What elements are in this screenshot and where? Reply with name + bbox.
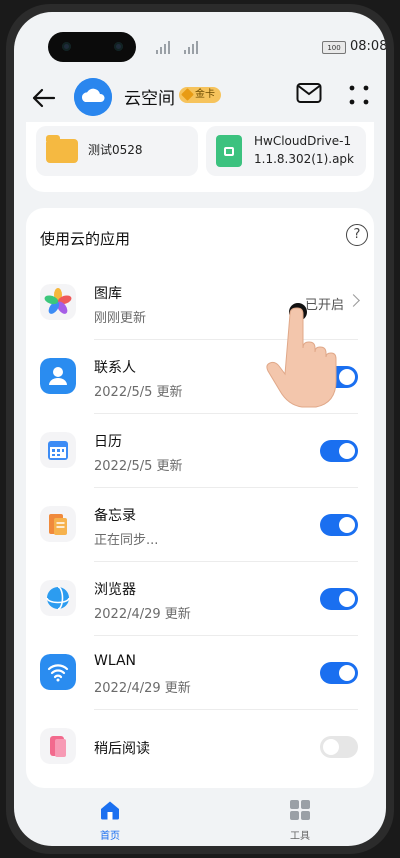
app-name: WLAN [94,653,137,669]
file-tile[interactable]: 测试0528 [36,126,198,176]
app-name: 稍后阅读 [94,741,150,757]
app-name: 联系人 [94,360,136,376]
status-bar: 100 08:08 [14,12,386,68]
app-sync-status: 2022/5/5 更新 [94,385,183,400]
page-title: 云空间 [124,89,175,109]
file-name-line2: 1.1.8.302(1).apk [254,152,354,166]
help-icon[interactable]: ? [346,224,368,246]
toggle-knob [339,443,355,459]
sync-toggle[interactable] [320,514,358,536]
file-tile[interactable]: HwCloudDrive-1 1.1.8.302(1).apk [206,126,366,176]
app-name: 备忘录 [94,508,136,524]
app-sync-status: 正在同步... [94,533,159,548]
back-arrow-icon[interactable] [30,84,58,112]
cloud-apps-card: 使用云的应用 ? 图库 刚刚更新 已开启 联系人 2022/5/5 更新 日历 … [26,208,374,788]
sensor-icon [114,42,123,51]
chevron-right-icon [347,294,360,307]
gold-card-badge[interactable]: 金卡 [179,87,221,103]
toggle-knob [323,739,339,755]
nav-label: 工具 [290,831,310,842]
app-header: 云空间 金卡 [14,74,386,124]
mail-icon[interactable] [296,82,322,104]
app-row-notes: 备忘录 正在同步... [26,488,374,562]
app-name: 图库 [94,286,122,302]
signal-icon [156,40,170,54]
sync-toggle[interactable] [320,440,358,462]
app-name: 浏览器 [94,582,136,598]
screen: 100 08:08 云空间 金卡 测试0528 HwCloudDrive-1 1… [14,12,386,846]
app-sync-status: 2022/5/5 更新 [94,459,183,474]
toggle-knob [339,517,355,533]
sync-toggle[interactable] [320,588,358,610]
calendar-icon [40,432,76,468]
front-camera-icon [62,42,71,51]
nav-tools[interactable]: 工具 [270,800,330,843]
battery-icon: 100 [322,41,346,54]
folder-icon [46,135,78,163]
app-name: 日历 [94,434,122,450]
app-row-read-later: 稍后阅读 [26,710,374,784]
notes-icon [40,506,76,542]
gallery-icon [40,284,76,320]
signal-icon-2 [184,40,198,54]
gem-icon [181,88,194,101]
apk-file-icon [216,135,242,167]
more-icon[interactable] [348,84,370,106]
toggle-knob [339,369,355,385]
app-row-wlan: WLAN 2022/4/29 更新 [26,636,374,710]
cloud-logo-icon [74,78,112,116]
file-name-line1: HwCloudDrive-1 [254,134,352,148]
camera-pill [48,32,136,62]
badge-label: 金卡 [195,89,215,100]
bottom-nav: 首页 工具 [14,794,386,846]
section-title: 使用云的应用 [40,230,131,248]
toggle-knob [339,591,355,607]
app-sync-status: 2022/4/29 更新 [94,681,191,696]
app-sync-status: 刚刚更新 [94,311,147,326]
battery-level: 100 [327,43,341,52]
recent-files-card: 测试0528 HwCloudDrive-1 1.1.8.302(1).apk [26,122,374,192]
home-icon [101,801,119,820]
file-name: 测试0528 [88,143,143,157]
contacts-icon [40,358,76,394]
nav-label: 首页 [100,831,120,842]
toggle-knob [339,665,355,681]
touch-hand-icon [266,303,337,408]
tools-grid-icon [290,800,310,820]
browser-icon [40,580,76,616]
sync-toggle[interactable] [320,662,358,684]
wifi-icon [40,654,76,690]
read-later-icon [40,728,76,764]
app-row-calendar: 日历 2022/5/5 更新 [26,414,374,488]
clock: 08:08 [350,39,386,54]
sync-toggle[interactable] [320,736,358,758]
nav-home[interactable]: 首页 [80,800,140,843]
app-row-browser: 浏览器 2022/4/29 更新 [26,562,374,636]
app-sync-status: 2022/4/29 更新 [94,607,191,622]
phone-frame: 100 08:08 云空间 金卡 测试0528 HwCloudDrive-1 1… [6,4,394,854]
